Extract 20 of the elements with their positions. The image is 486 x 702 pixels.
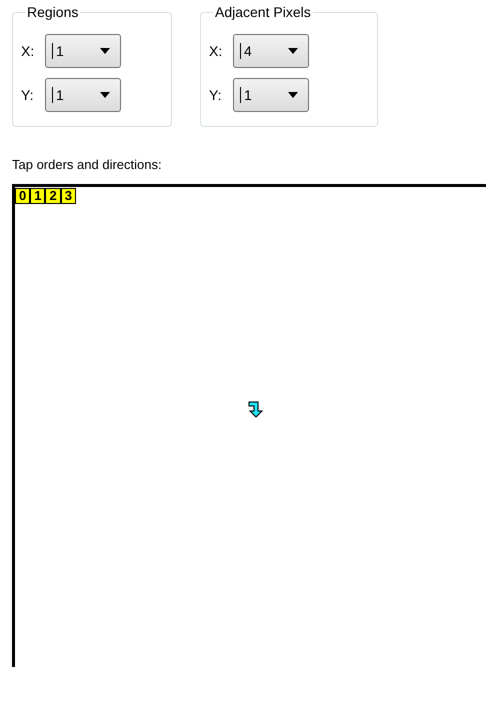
field-label: X: <box>21 43 36 59</box>
canvas-label: Tap orders and directions: <box>12 157 163 172</box>
group-title: Regions <box>26 4 80 20</box>
dropdown[interactable]: 1 <box>233 78 309 112</box>
caret-icon <box>100 48 110 54</box>
field-label: X: <box>209 43 224 59</box>
dropdown[interactable]: 1 <box>45 34 121 68</box>
dropdown[interactable]: 1 <box>45 78 121 112</box>
order-tag: 2 <box>45 188 61 204</box>
caret-icon <box>288 48 298 54</box>
caret-icon <box>288 92 298 98</box>
field-label: Y: <box>21 87 34 103</box>
group-title: Adjacent Pixels <box>214 4 312 20</box>
order-tag: 3 <box>60 188 76 204</box>
dropdown[interactable]: 4 <box>233 34 309 68</box>
order-tag: 1 <box>30 188 46 204</box>
caret-icon <box>100 92 110 98</box>
field-label: Y: <box>209 87 222 103</box>
turn-down-arrow-icon <box>248 401 264 418</box>
order-tag: 0 <box>15 188 30 204</box>
